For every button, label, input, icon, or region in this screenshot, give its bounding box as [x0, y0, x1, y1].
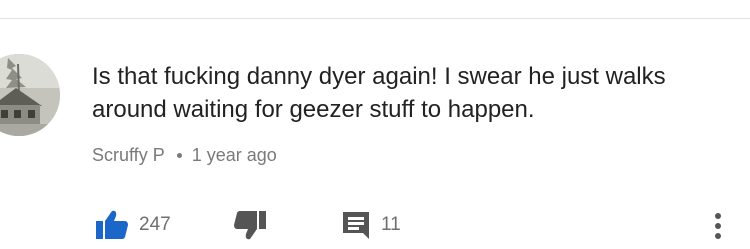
divider [0, 18, 750, 19]
dislike-button[interactable] [233, 208, 267, 242]
comment-card: Is that fucking danny dyer again! I swea… [0, 0, 750, 249]
comment-text: Is that fucking danny dyer again! I swea… [92, 63, 666, 123]
more-vertical-icon [715, 213, 721, 239]
thumbs-up-icon [96, 210, 128, 239]
avatar[interactable] [0, 54, 60, 136]
thumbs-down-icon [234, 211, 266, 240]
author-name[interactable]: Scruffy P [92, 145, 165, 166]
comment-icon [343, 212, 369, 239]
avatar-image [0, 54, 60, 136]
comment-timestamp[interactable]: 1 year ago [192, 145, 277, 166]
like-count: 247 [139, 214, 171, 235]
reply-button[interactable]: 11 [341, 208, 401, 242]
reply-count: 11 [381, 214, 401, 235]
like-button[interactable]: 247 [95, 208, 171, 242]
separator-dot [176, 153, 182, 158]
more-options-button[interactable] [708, 208, 728, 244]
comment-meta: Scruffy P 1 year ago [92, 145, 277, 166]
